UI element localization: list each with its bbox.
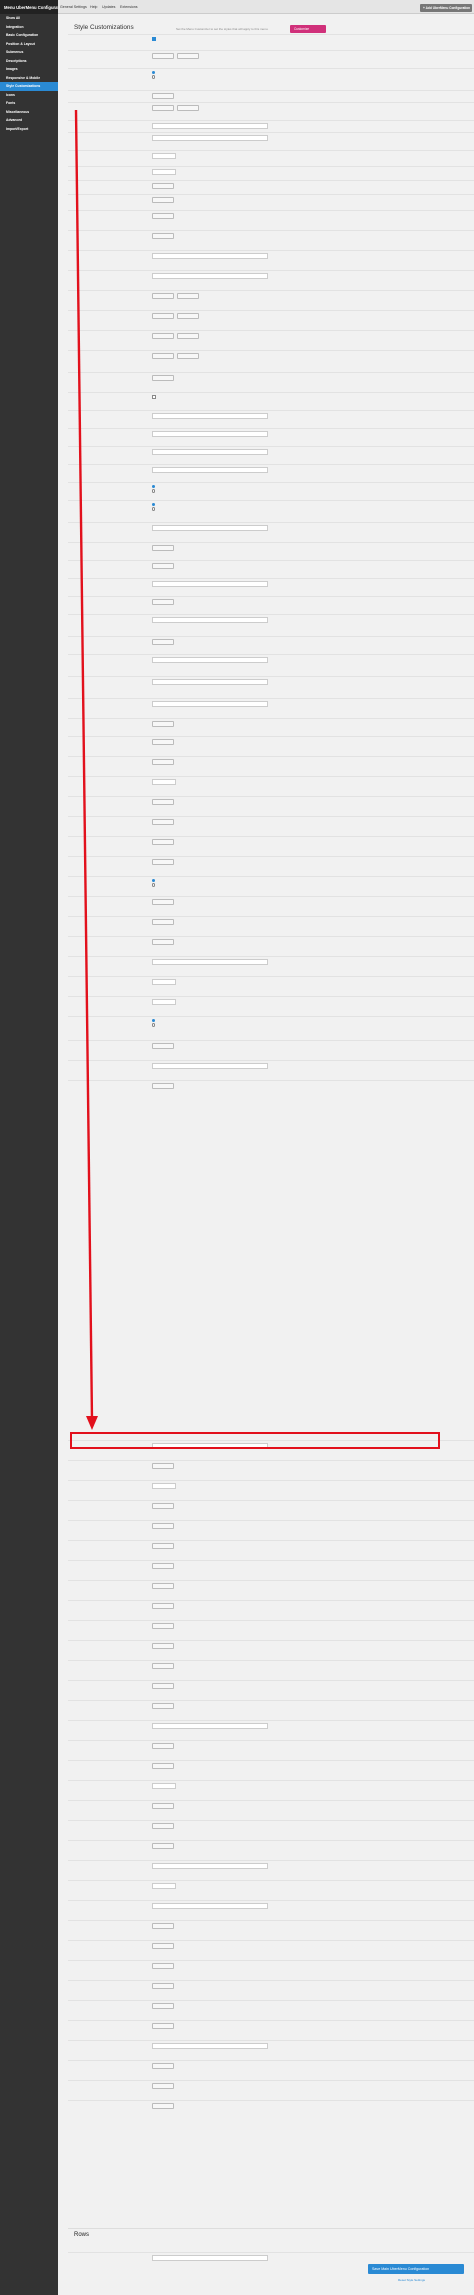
save-configuration-button[interactable]: Save Main UberMenu Configuration	[368, 2264, 464, 2274]
annotation-arrow	[74, 109, 98, 1430]
rows-heading: Rows	[74, 2232, 90, 2238]
rows-divider	[68, 2228, 474, 2229]
reset-style-settings-link[interactable]: Reset Style Settings	[398, 2278, 425, 2282]
